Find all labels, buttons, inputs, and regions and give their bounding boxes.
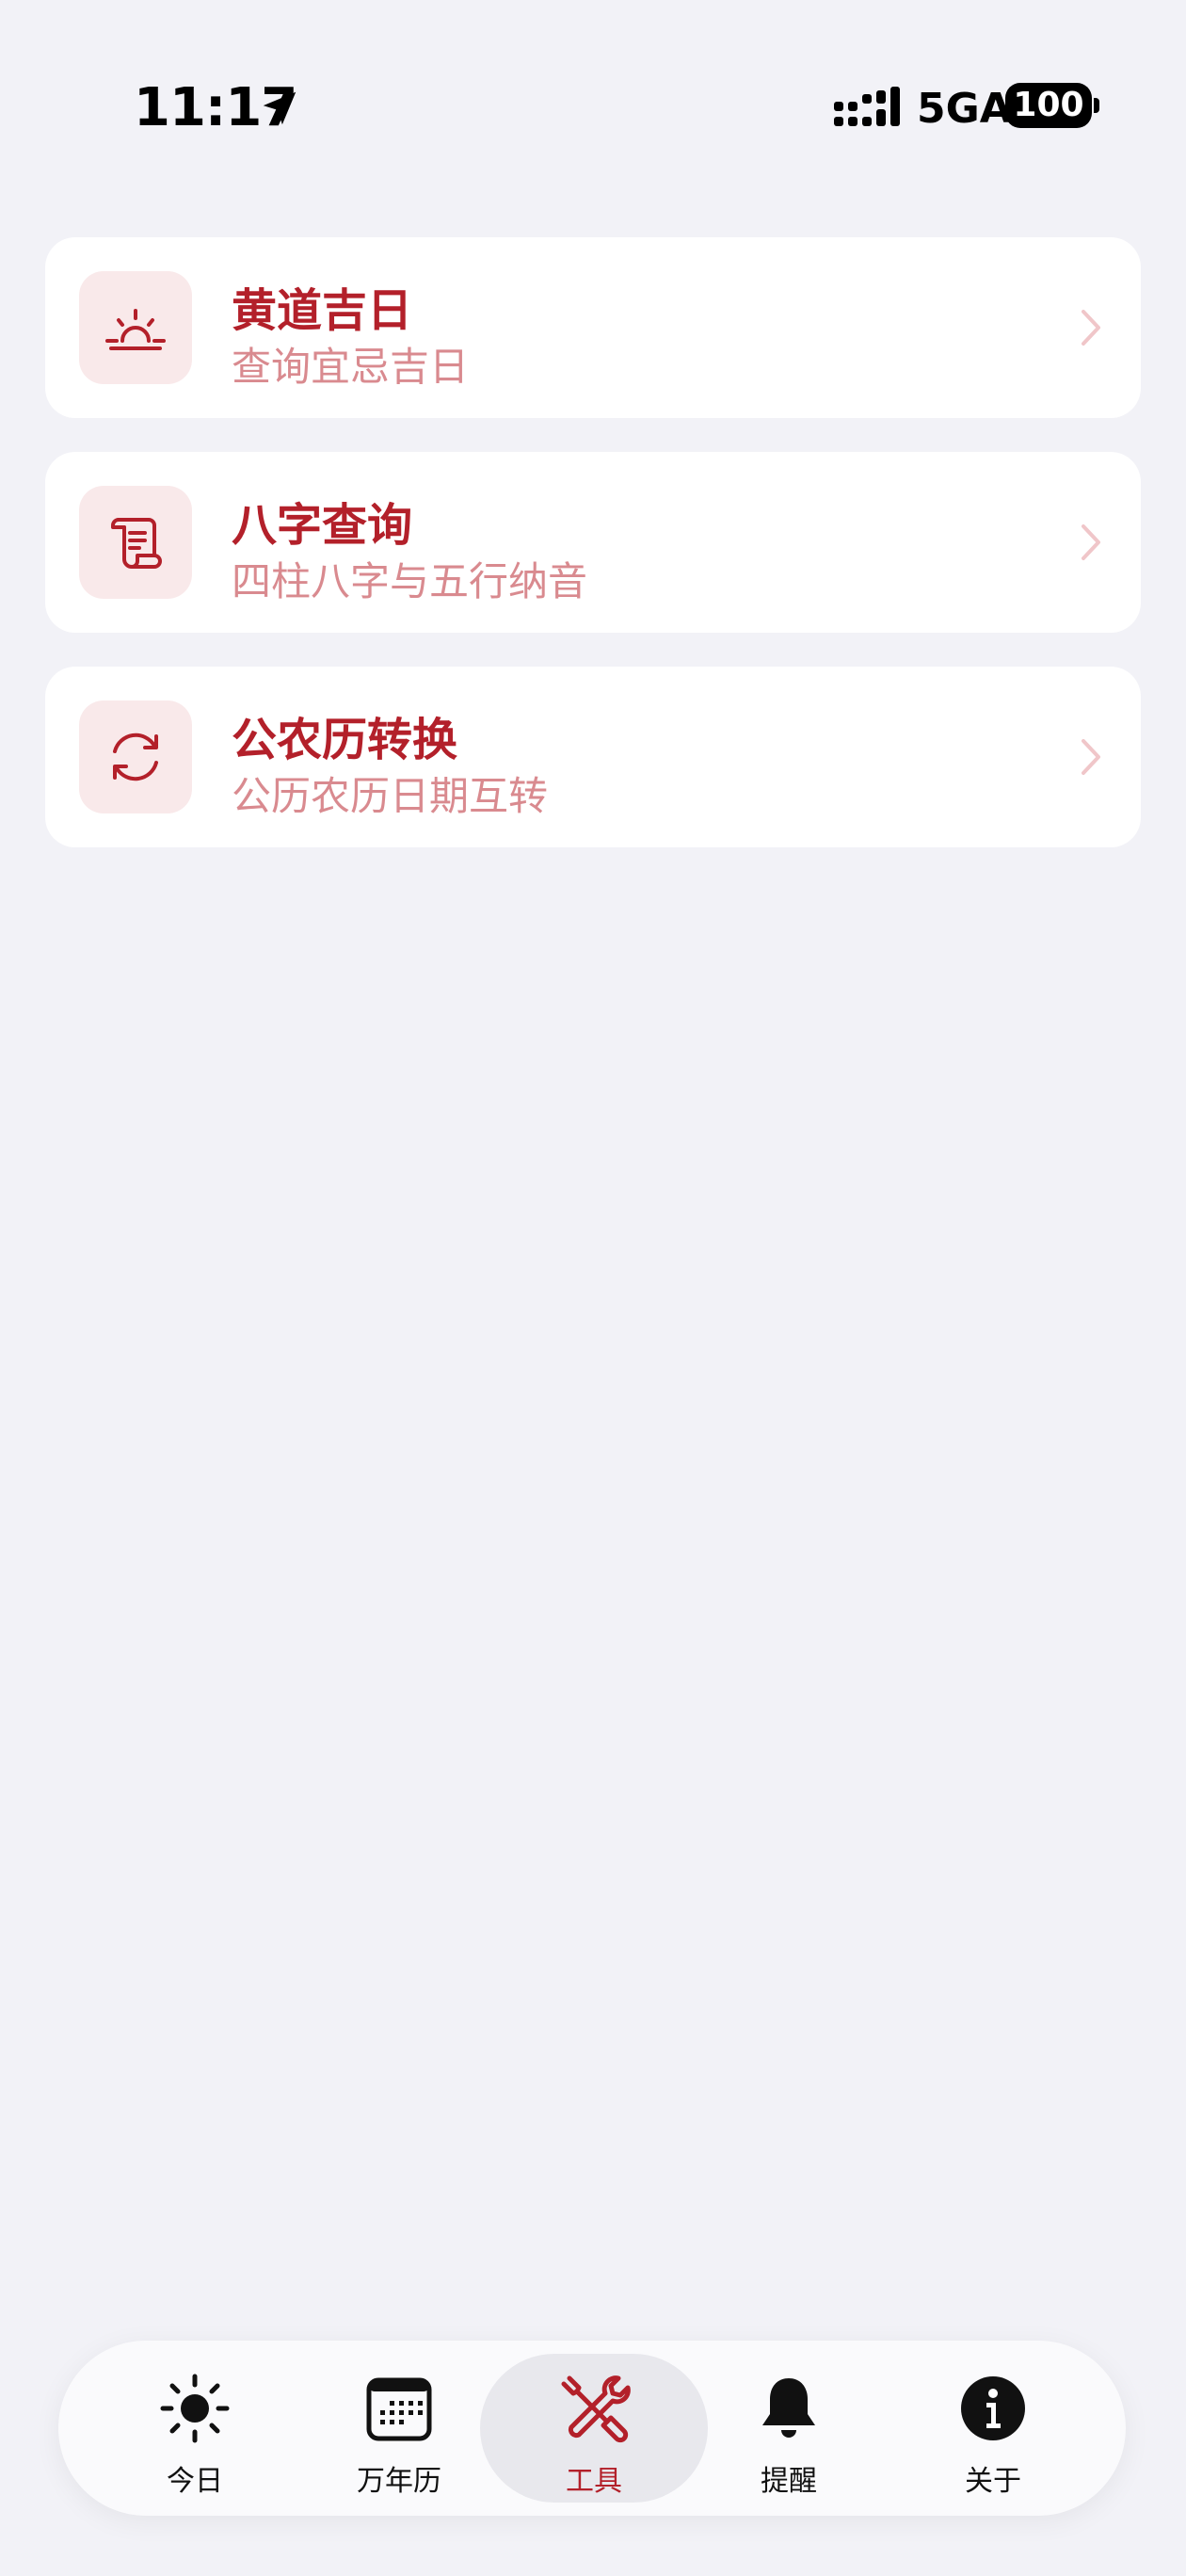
tool-subtitle: 查询宜忌吉日 <box>232 344 470 390</box>
battery-nub <box>1094 98 1099 113</box>
tab-tools[interactable]: 工具 <box>491 2341 697 2516</box>
battery-level: 100 <box>1013 86 1084 124</box>
tab-bar: 今日 万年历 工具 提醒 关于 <box>58 2341 1126 2516</box>
chevron-right-icon <box>1082 310 1100 346</box>
chevron-right-icon <box>1082 524 1100 560</box>
tool-icon-box <box>79 271 192 384</box>
tool-icon-box <box>79 700 192 813</box>
tool-subtitle: 四柱八字与五行纳音 <box>232 558 588 604</box>
tab-label: 今日 <box>167 2465 223 2498</box>
location-arrow-icon <box>263 91 296 125</box>
status-bar: 11:17 5GA 100 <box>0 0 1186 217</box>
tool-title: 公农历转换 <box>232 714 458 766</box>
tab-calendar[interactable]: 万年历 <box>296 2341 502 2516</box>
tab-today[interactable]: 今日 <box>92 2341 297 2516</box>
tab-label: 万年历 <box>357 2465 441 2498</box>
info-icon <box>961 2376 1025 2440</box>
network-type: 5GA <box>917 85 1012 133</box>
tab-label: 关于 <box>965 2465 1021 2498</box>
tool-card-auspicious-days[interactable]: 黄道吉日 查询宜忌吉日 <box>45 237 1141 418</box>
sun-icon <box>160 2374 230 2443</box>
sync-arrows-icon <box>113 733 158 781</box>
tools-icon <box>561 2375 631 2443</box>
tool-title: 八字查询 <box>232 499 413 552</box>
scroll-icon <box>111 518 162 569</box>
tab-label: 提醒 <box>761 2465 817 2498</box>
tool-icon-box <box>79 486 192 599</box>
tool-subtitle: 公历农历日期互转 <box>232 773 549 819</box>
tab-reminders[interactable]: 提醒 <box>686 2341 891 2516</box>
tool-card-calendar-conversion[interactable]: 公农历转换 公历农历日期互转 <box>45 667 1141 847</box>
sunrise-icon <box>105 309 166 350</box>
calendar-icon <box>366 2377 432 2441</box>
cellular-signal-icon <box>834 87 900 126</box>
tab-about[interactable]: 关于 <box>890 2341 1096 2516</box>
tool-card-bazi[interactable]: 八字查询 四柱八字与五行纳音 <box>45 452 1141 633</box>
bell-icon <box>762 2378 815 2438</box>
chevron-right-icon <box>1082 739 1100 775</box>
tool-title: 黄道吉日 <box>232 284 413 337</box>
tool-list: 黄道吉日 查询宜忌吉日 八字查询 四柱八字与五行纳音 公农历转换 公历农历日期互… <box>45 237 1141 881</box>
battery-indicator: 100 <box>1005 83 1092 128</box>
tab-label: 工具 <box>566 2465 622 2498</box>
